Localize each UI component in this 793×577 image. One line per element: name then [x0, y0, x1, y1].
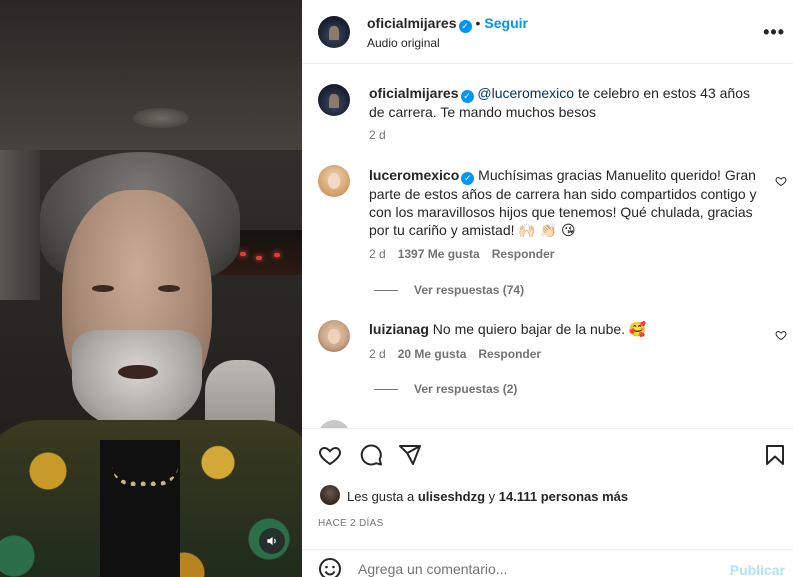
speaker-icon: [267, 536, 276, 546]
comment-composer: Publicar: [302, 549, 793, 577]
caption-meta: 2 d: [369, 128, 398, 142]
replies-divider: [374, 389, 398, 390]
video-lamp: [240, 252, 246, 256]
video-person-eye: [92, 285, 114, 292]
author-username[interactable]: oficialmijares: [367, 15, 457, 31]
likes-middle: y: [485, 489, 499, 504]
comment-icon[interactable]: [359, 443, 383, 467]
reply-button[interactable]: Responder: [478, 347, 541, 361]
video-person-eye: [158, 285, 180, 292]
likes-count[interactable]: 14.111 personas más: [499, 489, 628, 504]
comment-username[interactable]: luceromexico: [369, 167, 459, 183]
view-replies-button[interactable]: Ver respuestas (74): [374, 283, 524, 297]
publish-button[interactable]: Publicar: [730, 562, 785, 577]
comment-text: luizianag No me quiero bajar de la nube.…: [369, 320, 764, 338]
comment-avatar[interactable]: [318, 420, 350, 428]
caption-text: oficialmijares ✓ @luceromexico te celebro…: [369, 84, 764, 121]
share-icon[interactable]: [398, 443, 422, 467]
comment-avatar[interactable]: [318, 320, 350, 352]
comment-input[interactable]: [358, 561, 718, 577]
post-time[interactable]: HACE 2 DÍAS: [318, 518, 384, 529]
view-replies-label: Ver respuestas (74): [414, 283, 525, 297]
follow-button[interactable]: Seguir: [484, 15, 528, 31]
verified-badge-icon: ✓: [458, 20, 472, 33]
video-background: [0, 0, 302, 150]
bookmark-icon[interactable]: [763, 443, 787, 467]
comment-time[interactable]: 2 d: [369, 247, 386, 261]
verified-badge-icon: ✓: [460, 90, 474, 103]
comment-likes[interactable]: 1397 Me gusta: [398, 247, 480, 261]
author-line: oficialmijares ✓ • Seguir: [367, 15, 528, 33]
video-person-beard: [72, 330, 202, 430]
view-replies-button[interactable]: Ver respuestas (2): [374, 382, 517, 396]
video-car-pillar: [0, 150, 40, 300]
comment-like-icon[interactable]: [775, 329, 787, 341]
heart-icon[interactable]: [318, 443, 342, 467]
likes-prefix: Les gusta a: [347, 489, 418, 504]
post-panel: oficialmijares ✓ • Seguir Audio original ••…: [302, 0, 793, 577]
verified-badge-icon: ✓: [461, 172, 475, 185]
author-avatar[interactable]: [318, 16, 350, 48]
comment-body: No me quiero bajar de la nube. 🥰: [432, 321, 647, 337]
liker-avatar[interactable]: [320, 485, 340, 505]
audio-link[interactable]: Audio original: [367, 36, 440, 50]
comment-meta: 2 d 1397 Me gusta Responder: [369, 247, 566, 261]
caption-avatar[interactable]: [318, 84, 350, 116]
video-person-mouth: [118, 365, 158, 379]
replies-divider: [374, 290, 398, 291]
separator-dot: •: [475, 15, 481, 31]
video-person-shirt: [100, 440, 180, 577]
post-actions: Les gusta a uliseshdzg y 14.111 personas…: [302, 428, 793, 577]
likes-first-user[interactable]: uliseshdzg: [418, 489, 485, 504]
likes-summary: Les gusta a uliseshdzg y 14.111 personas…: [347, 489, 628, 504]
comment-text: luceromexico ✓ Muchísimas gracias Manueli…: [369, 166, 764, 239]
comments-list[interactable]: oficialmijares ✓ @luceromexico te celebro…: [302, 64, 793, 428]
more-options-icon[interactable]: •••: [763, 22, 785, 43]
video-player[interactable]: [0, 0, 302, 577]
caption-mention[interactable]: @luceromexico: [477, 85, 574, 101]
comment-username[interactable]: luizianag: [369, 321, 429, 337]
video-person-chain: [112, 466, 178, 486]
caption-username[interactable]: oficialmijares: [369, 85, 459, 101]
mute-button[interactable]: [259, 528, 285, 554]
emoji-icon[interactable]: [318, 557, 342, 577]
reply-button[interactable]: Responder: [492, 247, 555, 261]
video-ceiling-light: [133, 108, 189, 128]
video-lamp: [256, 256, 262, 260]
comment-likes[interactable]: 20 Me gusta: [398, 347, 467, 361]
comment-meta: 2 d 20 Me gusta Responder: [369, 347, 553, 361]
caption-time[interactable]: 2 d: [369, 128, 386, 142]
view-replies-label: Ver respuestas (2): [414, 382, 518, 396]
comment-like-icon[interactable]: [775, 175, 787, 187]
post-header: oficialmijares ✓ • Seguir Audio original ••…: [302, 0, 793, 64]
video-lamp: [274, 253, 280, 257]
comment-avatar[interactable]: [318, 165, 350, 197]
comment-time[interactable]: 2 d: [369, 347, 386, 361]
